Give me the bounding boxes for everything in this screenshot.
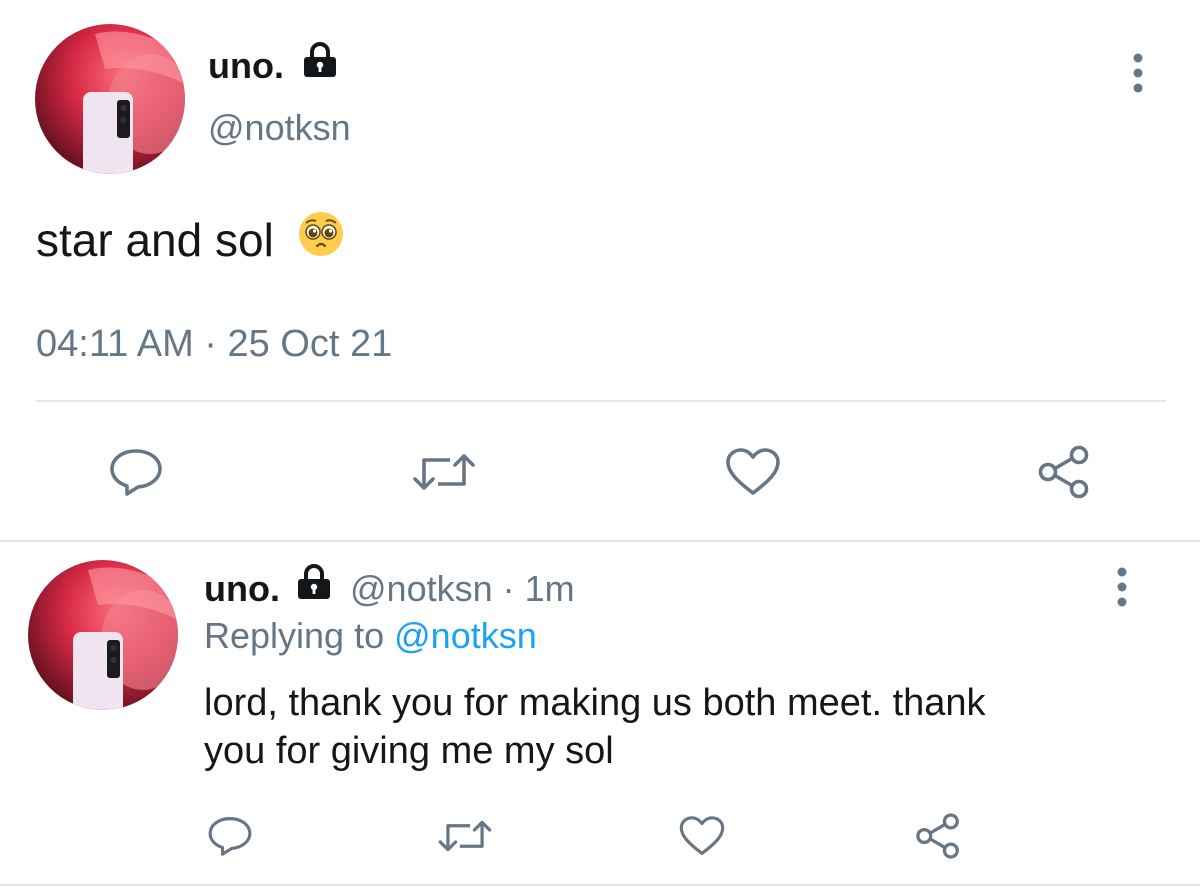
retweet-button[interactable] (410, 450, 478, 494)
display-name-text[interactable]: uno. (208, 45, 284, 86)
replying-to-handle[interactable]: @notksn (394, 615, 537, 656)
lock-icon (294, 563, 334, 612)
time-ago: · 1m (502, 568, 575, 609)
more-vertical-icon[interactable] (1124, 52, 1152, 94)
tweet-text: star and sol (36, 210, 345, 270)
retweet-icon (413, 454, 475, 490)
pleading-face-icon (297, 210, 345, 270)
reply-text-line: lord, thank you for making us both meet.… (204, 682, 986, 724)
reply-header: uno. @notksn · 1m (204, 563, 575, 612)
share-button[interactable] (914, 812, 962, 860)
more-vertical-icon[interactable] (1108, 566, 1136, 608)
like-button[interactable] (678, 814, 726, 858)
divider (36, 400, 1166, 402)
retweet-icon (438, 820, 492, 852)
bottom-divider (0, 884, 1200, 886)
reply-text-line: you for giving me my sol (204, 730, 614, 772)
avatar[interactable] (35, 24, 185, 174)
lock-icon (300, 41, 340, 89)
share-button[interactable] (1036, 444, 1092, 500)
reply-text: lord, thank you for making us both meet.… (204, 679, 986, 775)
retweet-button[interactable] (436, 816, 494, 856)
replying-to: Replying to @notksn (204, 613, 537, 659)
avatar[interactable] (28, 560, 178, 710)
like-icon (679, 816, 725, 855)
display-name[interactable]: uno. (208, 41, 340, 89)
share-icon (916, 813, 959, 859)
reply-button[interactable] (106, 446, 166, 498)
like-icon (726, 448, 780, 495)
tweet-text-content: star and sol (36, 214, 274, 266)
reply-icon (208, 817, 252, 856)
reply-button[interactable] (206, 814, 254, 858)
timestamp[interactable]: 04:11 AM · 25 Oct 21 (36, 322, 392, 366)
like-button[interactable] (724, 446, 782, 498)
display-name[interactable]: uno. (204, 568, 280, 609)
handle[interactable]: @notksn (208, 106, 351, 150)
handle[interactable]: @notksn (350, 568, 493, 609)
section-divider (0, 540, 1200, 542)
replying-label: Replying to (204, 615, 385, 656)
reply-icon (110, 449, 162, 496)
share-icon (1038, 445, 1089, 499)
